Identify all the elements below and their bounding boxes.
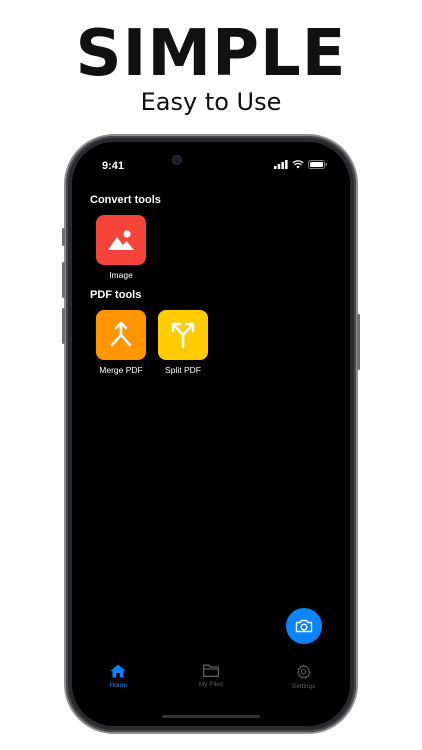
front-camera <box>173 156 181 164</box>
status-time: 9:41 <box>102 160 125 172</box>
cellular-signal-icon <box>274 160 288 169</box>
tool-split-pdf-label: Split PDF <box>165 365 201 375</box>
phone-volume-down <box>62 308 65 344</box>
app-screen: 9:41 Convert tools Image PDF tools Merge… <box>72 142 350 726</box>
tool-merge-pdf[interactable]: Merge PDF <box>94 310 148 375</box>
tab-bar: Home My Files Settings <box>72 664 350 704</box>
merge-arrows-icon <box>110 321 132 347</box>
camera-scan-button[interactable] <box>286 608 322 644</box>
tool-split-pdf[interactable]: Split PDF <box>156 310 210 375</box>
folder-icon <box>203 664 219 677</box>
phone-volume-up <box>62 262 65 298</box>
gear-icon <box>297 664 311 679</box>
phone-mute-switch <box>62 228 65 246</box>
promo-subline: Easy to Use <box>140 88 282 116</box>
tool-split-pdf-tile[interactable] <box>158 310 208 360</box>
home-indicator <box>162 715 260 718</box>
tab-home-label: Home <box>109 682 127 689</box>
split-arrows-icon <box>171 322 195 349</box>
tool-merge-pdf-tile[interactable] <box>96 310 146 360</box>
battery-icon <box>308 160 327 169</box>
tab-my-files-label: My Files <box>198 681 224 688</box>
tab-settings[interactable]: Settings <box>264 664 344 704</box>
phone-power-button <box>357 314 360 370</box>
promo-headline: SIMPLE <box>75 17 347 91</box>
tab-home[interactable]: Home <box>78 664 158 704</box>
tool-image[interactable]: Image <box>94 215 148 280</box>
tab-settings-label: Settings <box>291 683 316 690</box>
tab-my-files[interactable]: My Files <box>171 664 251 704</box>
tool-image-tile[interactable] <box>96 215 146 265</box>
image-icon <box>108 230 134 250</box>
home-icon <box>110 664 126 678</box>
tool-merge-pdf-label: Merge PDF <box>99 365 143 375</box>
camera-icon <box>295 619 313 633</box>
status-icons <box>274 160 328 169</box>
section-title-pdf: PDF tools <box>90 289 142 301</box>
wifi-icon <box>292 160 304 169</box>
tool-image-label: Image <box>109 270 133 280</box>
section-title-convert: Convert tools <box>90 194 161 206</box>
phone-frame: 9:41 Convert tools Image PDF tools Merge… <box>62 136 360 732</box>
